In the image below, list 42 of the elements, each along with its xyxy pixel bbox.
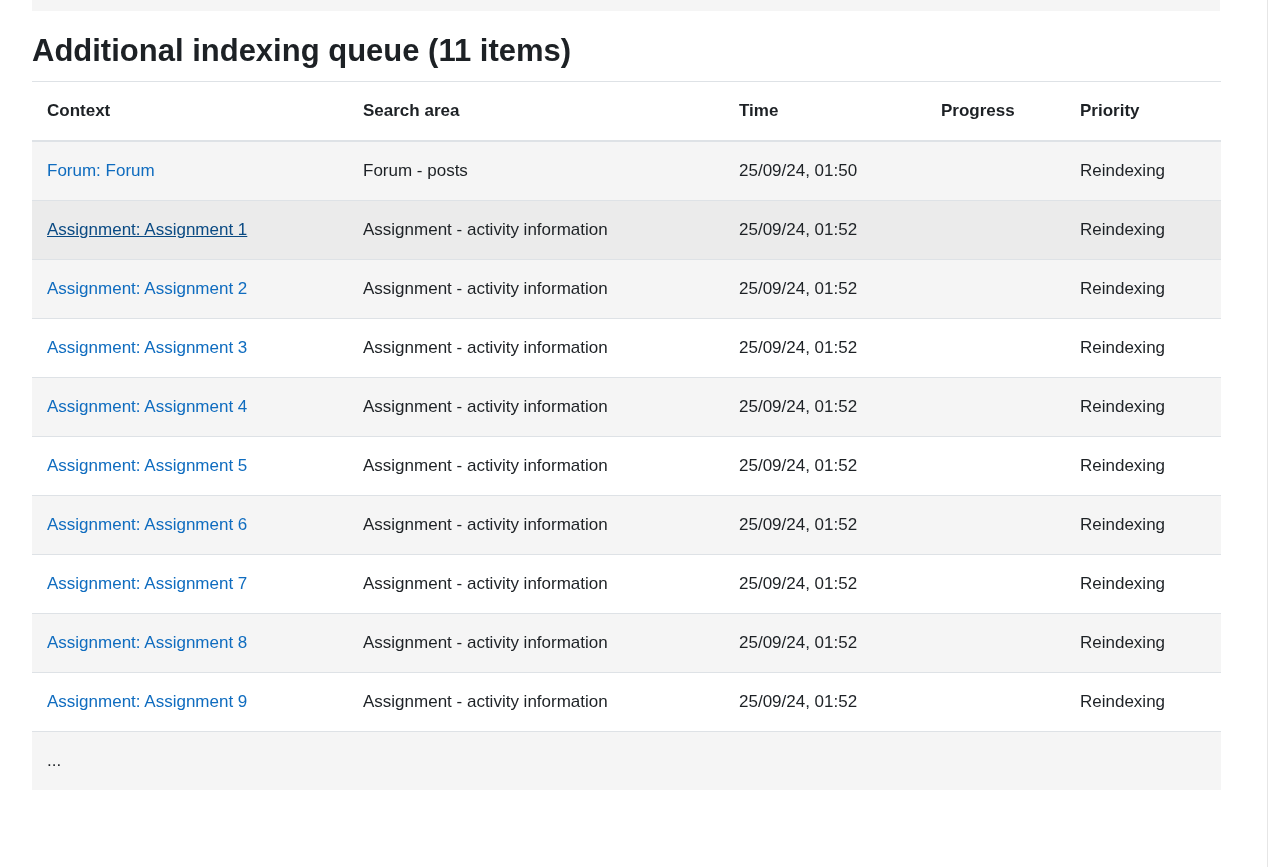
context-link[interactable]: Assignment: Assignment 4 [47,397,248,416]
table-cell: Reindexing [1080,161,1166,180]
context-link[interactable]: Assignment: Assignment 7 [47,574,248,593]
context-link[interactable]: Assignment: Assignment 3 [47,338,248,357]
table-cell: 25/09/24, 01:52 [739,397,858,416]
page-heading: Additional indexing queue (11 items) [32,32,573,70]
table-cell: Assignment - activity information [363,456,608,475]
table-cell: 25/09/24, 01:52 [739,338,858,357]
table-cell: Reindexing [1080,220,1166,239]
table-cell: 25/09/24, 01:52 [739,574,858,593]
table-cell: Reindexing [1080,515,1166,534]
context-link[interactable]: Assignment: Assignment 9 [47,692,248,711]
table-cell: Assignment - activity information [363,397,608,416]
context-link[interactable]: Assignment: Assignment 6 [47,515,248,534]
table-cell: Assignment - activity information [363,633,608,652]
table-cell: Reindexing [1080,692,1166,711]
table-cell: Assignment - activity information [363,692,608,711]
table-cell: Reindexing [1080,574,1166,593]
table-cell: 25/09/24, 01:52 [739,456,858,475]
context-link[interactable]: Assignment: Assignment 2 [47,279,248,298]
context-link[interactable]: Assignment: Assignment 8 [47,633,248,652]
table-cell: Reindexing [1080,633,1166,652]
table-cell: 25/09/24, 01:50 [739,161,858,180]
table-cell: Reindexing [1080,456,1166,475]
table-cell: Assignment - activity information [363,338,608,357]
context-link[interactable]: Assignment: Assignment 5 [47,456,248,475]
context-link[interactable]: Forum: Forum [47,161,155,180]
table-cell: 25/09/24, 01:52 [739,279,858,298]
table-cell: Reindexing [1080,338,1166,357]
table-cell: 25/09/24, 01:52 [739,515,858,534]
table-cell: Assignment - activity information [363,515,608,534]
table-cell: Forum - posts [363,161,468,180]
table-cell: Assignment - activity information [363,574,608,593]
context-link[interactable]: Assignment: Assignment 1 [47,220,248,239]
table-cell: 25/09/24, 01:52 [739,692,858,711]
table-cell: 25/09/24, 01:52 [739,633,858,652]
more-indicator: ... [47,751,62,770]
table-cell: Assignment - activity information [363,220,608,239]
table-cell: 25/09/24, 01:52 [739,220,858,239]
table-cell: Assignment - activity information [363,279,608,298]
table-cell: Reindexing [1080,397,1166,416]
table-cell: Reindexing [1080,279,1166,298]
